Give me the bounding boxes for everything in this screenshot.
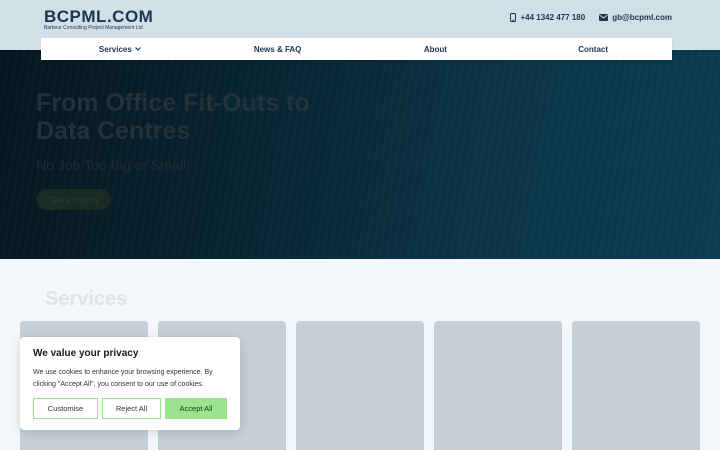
- contact-group: +44 1342 477 180 gb@bcpml.com: [510, 13, 672, 22]
- hero-background: [0, 50, 720, 259]
- nav-item-news-faq[interactable]: News & FAQ: [199, 45, 357, 54]
- hero-subtitle: No Job Too Big or Small: [36, 157, 186, 173]
- hero-banner: From Office Fit-Outs to Data Centres No …: [0, 50, 720, 259]
- hero-title: From Office Fit-Outs to Data Centres: [36, 89, 310, 145]
- reject-all-button[interactable]: Reject All: [102, 398, 161, 419]
- main-nav: Services News & FAQ About Contact: [41, 38, 672, 60]
- nav-item-label: About: [423, 44, 447, 54]
- logo[interactable]: BCPML.COM Barbour Consulting Project Man…: [44, 8, 164, 31]
- nav-item-label: News & FAQ: [253, 44, 302, 54]
- cookie-text: We use cookies to enhance your browsing …: [33, 369, 213, 388]
- cookie-title: We value your privacy: [33, 348, 139, 359]
- logo-text: BCPML.COM: [44, 7, 154, 26]
- chevron-down-icon: [134, 47, 141, 51]
- nav-item-services[interactable]: Services: [41, 45, 199, 54]
- nav-item-about[interactable]: About: [357, 45, 515, 54]
- service-card[interactable]: [296, 321, 424, 450]
- email-link[interactable]: gb@bcpml.com: [599, 13, 672, 22]
- phone-number: +44 1342 477 180: [520, 13, 586, 22]
- nav-item-label: Contact: [578, 44, 609, 54]
- accept-all-button[interactable]: Accept All: [165, 398, 227, 419]
- envelope-icon: [599, 14, 609, 21]
- phone-link[interactable]: +44 1342 477 180: [510, 13, 585, 22]
- cookie-buttons: Customise Reject All Accept All: [33, 398, 227, 419]
- service-card[interactable]: [572, 321, 700, 450]
- nav-item-label: Services: [98, 44, 132, 54]
- services-heading: Services: [45, 288, 128, 310]
- service-card[interactable]: [434, 321, 562, 450]
- email-address: gb@bcpml.com: [612, 13, 672, 22]
- get-in-touch-button[interactable]: Get in touch: [36, 189, 111, 210]
- phone-icon: [510, 13, 517, 22]
- nav-item-contact[interactable]: Contact: [514, 45, 672, 54]
- cookie-consent-dialog: We value your privacy We use cookies to …: [20, 337, 240, 430]
- customise-button[interactable]: Customise: [33, 398, 98, 419]
